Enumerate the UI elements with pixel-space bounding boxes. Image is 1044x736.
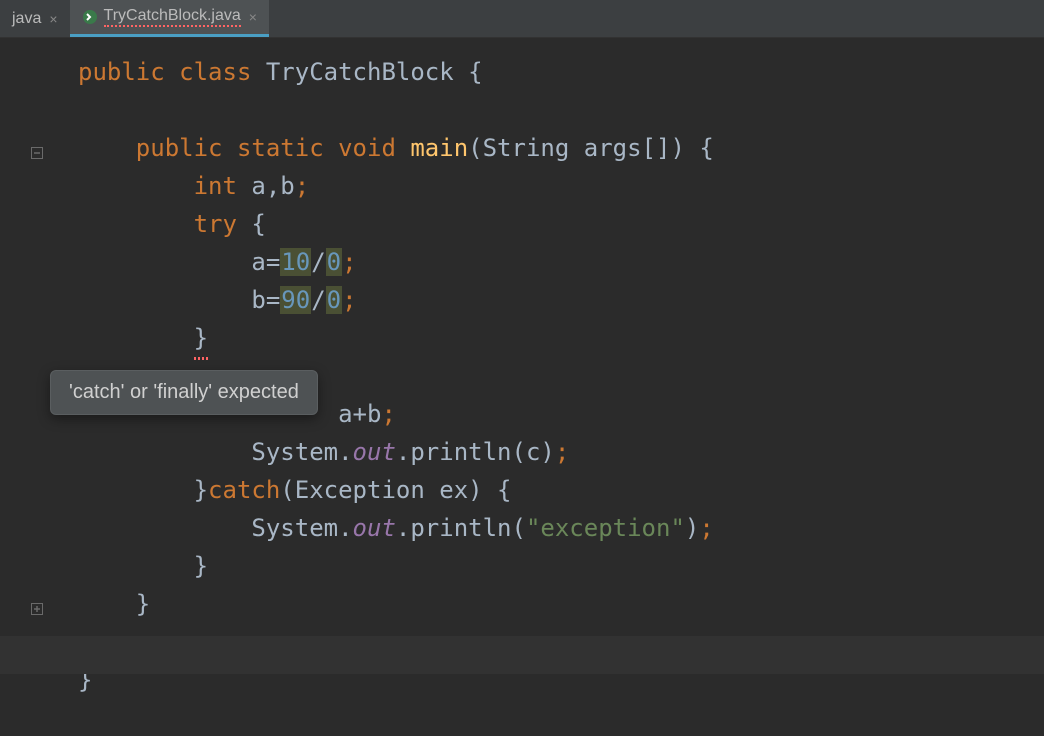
operator: /	[311, 248, 325, 276]
keyword-int: int	[194, 172, 237, 200]
method-name: main	[410, 134, 468, 162]
brace-error: }	[194, 319, 208, 357]
class-name: TryCatchBlock	[266, 58, 454, 86]
keyword-public: public	[136, 134, 223, 162]
editor-tabs: java × TryCatchBlock.java ×	[0, 0, 1044, 38]
string-literal: "exception"	[526, 514, 685, 542]
number-literal: 10	[280, 248, 311, 276]
semicolon: ;	[342, 286, 356, 314]
assign: a=	[251, 248, 280, 276]
tab-label: TryCatchBlock.java	[104, 7, 241, 27]
close-icon[interactable]: ×	[49, 11, 57, 27]
brace: }	[136, 590, 150, 618]
keyword-catch: catch	[208, 476, 280, 504]
keyword-void: void	[338, 134, 396, 162]
gutter[interactable]	[0, 38, 50, 699]
semicolon: ;	[699, 514, 713, 542]
catch-params: (Exception ex) {	[280, 476, 511, 504]
error-tooltip: 'catch' or 'finally' expected	[50, 370, 318, 415]
keyword-public: public	[78, 58, 165, 86]
expr: a+b	[338, 400, 381, 428]
assign: b=	[251, 286, 280, 314]
println: .println(	[396, 514, 526, 542]
number-literal: 90	[280, 286, 311, 314]
field-out: out	[353, 514, 396, 542]
semicolon: ;	[295, 172, 309, 200]
tab-trycatchblock-active[interactable]: TryCatchBlock.java ×	[70, 0, 269, 37]
close-paren: )	[685, 514, 699, 542]
brace: }	[194, 476, 208, 504]
number-literal: 0	[326, 248, 342, 276]
editor-area[interactable]: public class TryCatchBlock { public stat…	[0, 38, 1044, 699]
tab-java-inactive[interactable]: java ×	[0, 0, 70, 37]
fold-end-icon[interactable]	[30, 602, 44, 616]
method-params: (String args[]) {	[468, 134, 714, 162]
fold-collapse-icon[interactable]	[30, 146, 44, 160]
code-content[interactable]: public class TryCatchBlock { public stat…	[50, 38, 1044, 699]
semicolon: ;	[555, 438, 569, 466]
keyword-class: class	[179, 58, 251, 86]
current-line-highlight	[0, 636, 1044, 674]
keyword-try: try	[194, 210, 237, 238]
number-literal: 0	[326, 286, 342, 314]
brace: {	[468, 58, 482, 86]
semicolon: ;	[342, 248, 356, 276]
var-decl: a,b	[251, 172, 294, 200]
java-class-icon	[82, 9, 98, 25]
system: System.	[251, 438, 352, 466]
tooltip-message: 'catch' or 'finally' expected	[69, 381, 299, 403]
field-out: out	[353, 438, 396, 466]
tab-label: java	[12, 10, 41, 28]
system: System.	[251, 514, 352, 542]
semicolon: ;	[381, 400, 395, 428]
brace: }	[194, 552, 208, 580]
close-icon[interactable]: ×	[249, 9, 257, 25]
brace: {	[251, 210, 265, 238]
println: .println(c)	[396, 438, 555, 466]
keyword-static: static	[237, 134, 324, 162]
operator: /	[311, 286, 325, 314]
